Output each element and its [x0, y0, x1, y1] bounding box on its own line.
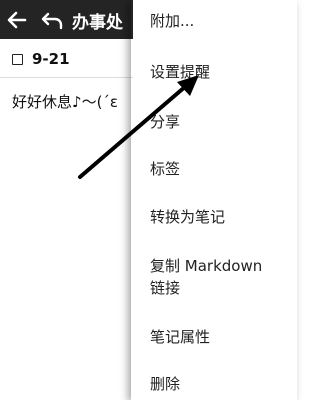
- menu-item-convert-to-note[interactable]: 转换为笔记: [150, 206, 225, 228]
- menu-item-label-line2: 链接: [150, 279, 181, 297]
- checklist-checkbox[interactable]: [12, 54, 23, 65]
- menu-item-delete[interactable]: 删除: [150, 373, 180, 395]
- menu-item-attach[interactable]: 附加...: [150, 10, 194, 32]
- menu-item-copy-markdown-link[interactable]: 复制 Markdown 链接: [150, 255, 262, 299]
- menu-item-label-line1: 复制 Markdown: [150, 257, 263, 275]
- menu-item-share[interactable]: 分享: [150, 111, 180, 133]
- overflow-menu: 附加... 设置提醒 分享 标签 转换为笔记 复制 Markdown 链接 笔记…: [133, 0, 297, 400]
- back-arrow-icon[interactable]: [5, 8, 29, 32]
- menu-item-label: 分享: [150, 113, 181, 131]
- menu-item-note-properties[interactable]: 笔记属性: [150, 326, 210, 348]
- note-body-text[interactable]: 好好休息♪～(´ε: [12, 91, 118, 112]
- checklist-item-label[interactable]: 9-21: [32, 50, 70, 68]
- page-title: 办事处: [72, 13, 123, 33]
- menu-item-label: 笔记属性: [150, 328, 211, 346]
- undo-icon[interactable]: [40, 8, 64, 32]
- menu-item-tags[interactable]: 标签: [150, 158, 180, 180]
- menu-item-label: 删除: [150, 375, 181, 393]
- menu-item-set-reminder[interactable]: 设置提醒: [150, 61, 210, 83]
- menu-item-label: 设置提醒: [150, 63, 211, 81]
- menu-item-label: 附加...: [150, 12, 195, 30]
- menu-item-label: 标签: [150, 160, 181, 178]
- menu-item-label: 转换为笔记: [150, 208, 226, 226]
